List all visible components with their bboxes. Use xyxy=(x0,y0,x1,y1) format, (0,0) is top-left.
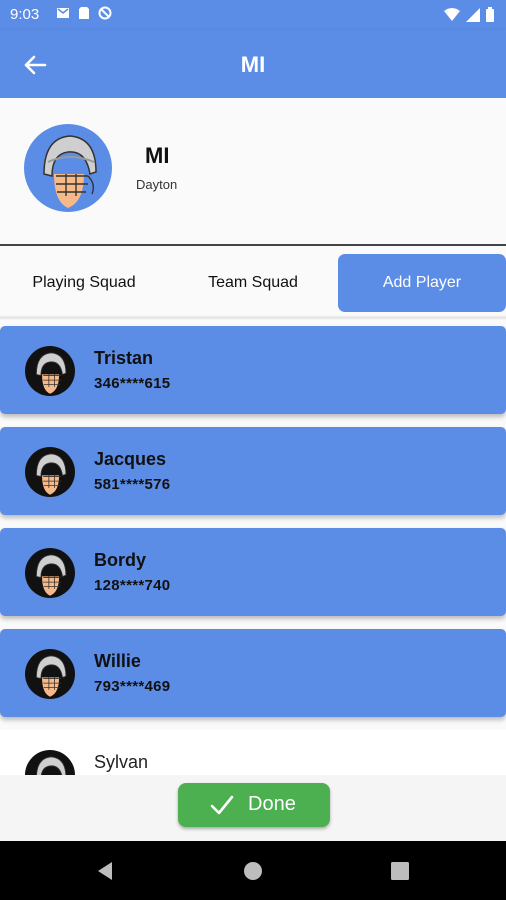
page-title: MI xyxy=(240,52,266,77)
team-avatar xyxy=(24,124,112,212)
team-location: Dayton xyxy=(136,177,178,192)
player-phone: 128****740 xyxy=(94,577,171,594)
sim-icon xyxy=(79,7,89,19)
battery-icon xyxy=(486,7,494,22)
player-avatar xyxy=(25,750,75,775)
player-phone: 581****576 xyxy=(94,476,171,493)
squad-tabs: Playing Squad Team Squad Add Player xyxy=(0,246,506,319)
player-card[interactable]: Sylvan xyxy=(0,730,506,775)
status-notification-icons xyxy=(56,6,112,20)
nav-home-icon[interactable] xyxy=(241,859,265,883)
app-bar: MI xyxy=(0,30,506,98)
player-card[interactable]: Jacques 581****576 xyxy=(0,427,506,515)
status-time: 9:03 xyxy=(10,6,40,23)
cricket-player-icon xyxy=(43,135,97,208)
player-card[interactable]: Tristan 346****615 xyxy=(0,326,506,414)
cricket-player-icon xyxy=(35,453,67,495)
nav-recents-icon[interactable] xyxy=(388,859,412,883)
tab-team-squad[interactable]: Team Squad xyxy=(168,254,338,312)
player-avatar xyxy=(25,447,75,497)
gmail-icon xyxy=(57,8,69,18)
team-name: MI xyxy=(145,143,170,168)
player-phone: 793****469 xyxy=(94,678,171,695)
player-list[interactable]: Tristan 346****615 Jacques 581****576 Bo… xyxy=(0,320,506,775)
bottom-bar: Done xyxy=(0,775,506,841)
player-avatar xyxy=(25,548,75,598)
cricket-player-icon xyxy=(35,352,67,394)
player-card[interactable]: Bordy 128****740 xyxy=(0,528,506,616)
player-avatar xyxy=(25,649,75,699)
player-name: Willie xyxy=(94,651,141,671)
player-card[interactable]: Willie 793****469 xyxy=(0,629,506,717)
player-name: Jacques xyxy=(94,449,167,469)
nav-back-icon[interactable] xyxy=(94,859,118,883)
check-icon xyxy=(210,795,234,815)
player-phone: 346****615 xyxy=(94,375,171,392)
status-system-icons xyxy=(444,7,494,22)
player-avatar xyxy=(25,346,75,396)
wifi-icon xyxy=(444,7,460,21)
tab-playing-squad[interactable]: Playing Squad xyxy=(0,254,168,312)
tab-add-player[interactable]: Add Player xyxy=(338,254,506,312)
player-name: Tristan xyxy=(94,348,154,368)
team-header: MI Dayton xyxy=(0,98,506,246)
signal-icon xyxy=(466,7,480,22)
no-sync-icon xyxy=(98,6,112,20)
cricket-player-icon xyxy=(36,756,67,775)
cricket-player-icon xyxy=(35,554,67,596)
status-bar: 9:03 xyxy=(0,0,506,30)
cricket-player-icon xyxy=(35,655,67,697)
done-label: Done xyxy=(248,793,296,815)
system-nav-bar xyxy=(0,841,506,900)
player-name: Sylvan xyxy=(94,752,149,772)
done-button[interactable]: Done xyxy=(178,783,330,827)
player-name: Bordy xyxy=(94,550,147,570)
